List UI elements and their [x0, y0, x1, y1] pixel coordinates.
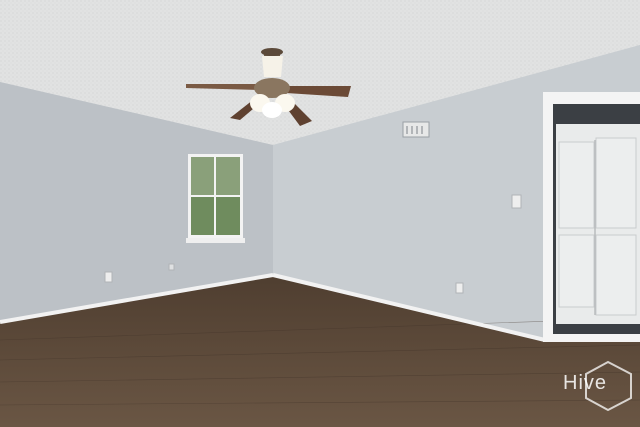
outlet-icon: [104, 271, 113, 283]
outlet-icon: [168, 263, 175, 271]
vent-icon: [402, 121, 430, 138]
closet-doorway: [543, 92, 640, 342]
light-switch-icon: [511, 194, 522, 209]
window-icon: [186, 154, 245, 243]
room-scene: [0, 0, 640, 427]
outlet-icon: [455, 282, 464, 294]
